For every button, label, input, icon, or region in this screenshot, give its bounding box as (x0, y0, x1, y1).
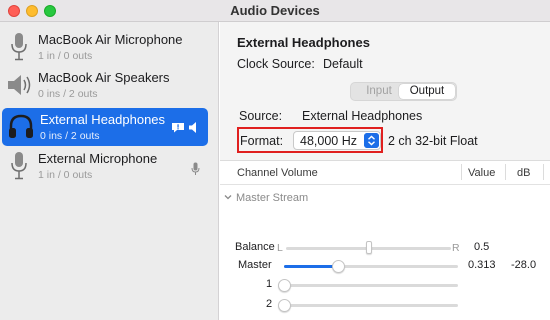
title-bar: Audio Devices (0, 0, 550, 22)
group-master-stream[interactable]: Master Stream (236, 192, 308, 204)
balance-value: 0.5 (474, 241, 490, 253)
output-default-icon (189, 122, 196, 133)
source-label: Source: (239, 109, 283, 123)
device-title: External Headphones (237, 35, 370, 50)
channel-2-slider-knob[interactable] (278, 299, 291, 312)
alert-icon (172, 123, 184, 133)
microphone-icon (11, 152, 27, 180)
balance-right-label: R (452, 242, 460, 254)
io-segmented-control: Input Output (350, 82, 457, 101)
window-title: Audio Devices (230, 3, 320, 18)
device-item-macbook-air-microphone[interactable]: MacBook Air Microphone 1 in / 0 outs (0, 28, 219, 66)
column-divider (461, 164, 462, 180)
device-name: MacBook Air Microphone (38, 32, 183, 47)
microphone-icon (11, 33, 27, 61)
row-label-master: Master (238, 259, 272, 271)
format-select[interactable]: 48,000 Hz (293, 131, 381, 150)
channel-2-slider-track (284, 304, 458, 307)
format-label: Format: (240, 134, 284, 148)
chevron-up-down-icon (364, 133, 379, 148)
clock-source-value[interactable]: Default (323, 57, 363, 71)
device-item-external-headphones[interactable]: External Headphones 0 ins / 2 outs (2, 108, 208, 146)
tab-input[interactable]: Input (357, 85, 401, 97)
master-slider-knob[interactable] (332, 260, 346, 273)
master-slider-track (284, 265, 458, 268)
device-detail-pane: External Headphones Clock Source: Defaul… (220, 22, 550, 320)
balance-slider-knob[interactable] (365, 241, 372, 254)
speaker-icon (8, 75, 31, 95)
headphones-icon (9, 114, 33, 138)
device-item-external-microphone[interactable]: External Microphone 1 in / 0 outs (0, 147, 219, 185)
channel-1-slider-knob[interactable] (278, 279, 291, 292)
column-divider (543, 164, 544, 180)
column-header-db: dB (517, 167, 531, 179)
device-io: 1 in / 0 outs (38, 50, 93, 62)
column-header-channel-volume: Channel Volume (237, 167, 318, 179)
column-divider (505, 164, 506, 180)
channel-1-slider-track (284, 284, 458, 287)
format-select-value: 48,000 Hz (300, 134, 357, 148)
clock-source-label: Clock Source: (237, 57, 315, 71)
device-name: MacBook Air Speakers (38, 70, 170, 85)
header-divider (220, 184, 550, 185)
device-item-macbook-air-speakers[interactable]: MacBook Air Speakers 0 ins / 2 outs (0, 66, 219, 104)
master-value: 0.313 (468, 259, 496, 271)
input-default-mic-icon (191, 162, 200, 175)
device-list: MacBook Air Microphone 1 in / 0 outs Mac… (0, 22, 219, 320)
format-description: 2 ch 32-bit Float (388, 134, 478, 148)
row-label-channel-1: 1 (266, 278, 273, 290)
master-slider-fill (284, 265, 339, 268)
tab-output[interactable]: Output (399, 84, 455, 99)
chevron-down-icon[interactable] (224, 192, 232, 202)
channel-volume-table: Channel Volume Value dB Master Stream Ba… (220, 160, 550, 320)
master-db: -28.0 (511, 259, 537, 271)
device-name: External Microphone (38, 151, 158, 166)
device-io: 1 in / 0 outs (38, 169, 93, 181)
device-name: External Headphones (40, 112, 166, 127)
source-value: External Headphones (302, 109, 423, 123)
balance-left-label: L (277, 242, 283, 254)
device-io: 0 ins / 2 outs (38, 88, 98, 100)
row-label-channel-2: 2 (266, 298, 273, 310)
column-header-value: Value (468, 167, 496, 179)
device-io: 0 ins / 2 outs (40, 130, 100, 142)
row-label-balance: Balance (235, 241, 275, 253)
